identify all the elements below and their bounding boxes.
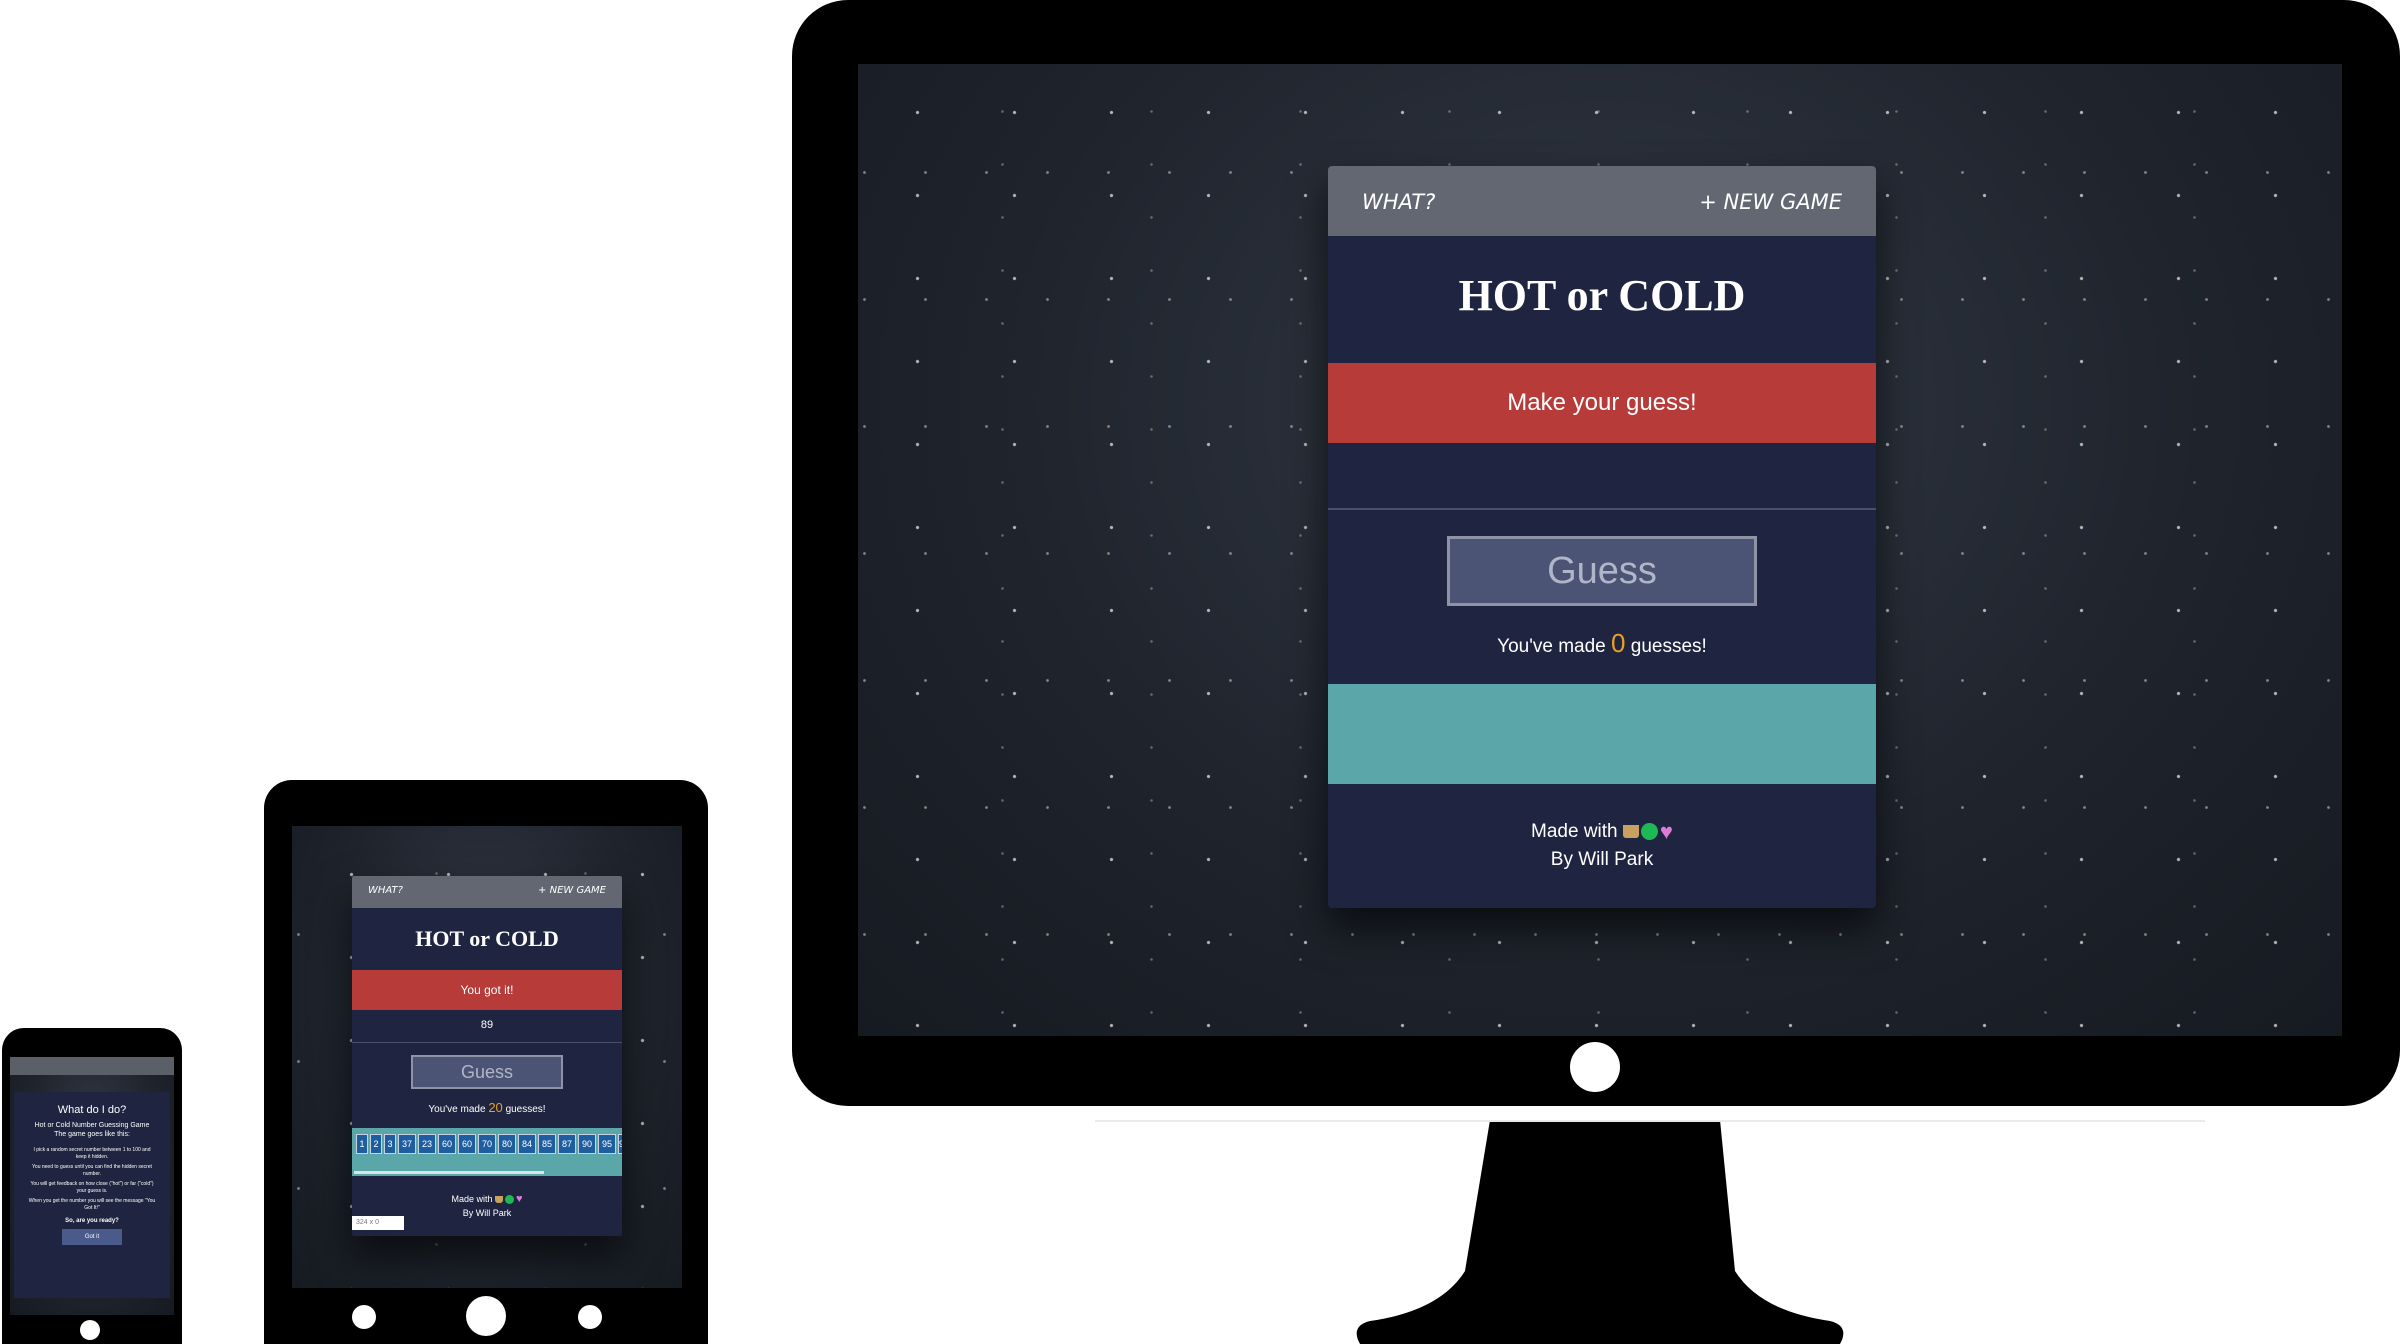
tablet-guess-input[interactable]: Guess bbox=[411, 1055, 563, 1089]
history-chip: 95 bbox=[598, 1134, 616, 1154]
history-chip: 1 bbox=[356, 1134, 368, 1154]
coffee-icon bbox=[1622, 825, 1639, 839]
monitor-stand bbox=[1356, 1120, 1844, 1344]
tablet-home-button bbox=[466, 1296, 506, 1336]
tablet-what-link[interactable]: WHAT? bbox=[368, 885, 403, 896]
modal-line: The game goes like this: bbox=[54, 1131, 130, 1138]
count-prefix: You've made bbox=[1497, 636, 1606, 657]
tablet-top-menu: WHAT? + NEW GAME bbox=[352, 876, 622, 908]
modal-paragraph-1: I pick a random secret number between 1 … bbox=[33, 1147, 151, 1160]
tablet-left-button bbox=[352, 1305, 376, 1329]
footer-made-with: Made with ♥ bbox=[352, 1192, 622, 1206]
spotify-icon bbox=[1640, 823, 1658, 841]
phone-home-button bbox=[80, 1320, 100, 1340]
count-number: 20 bbox=[488, 1100, 503, 1115]
tablet-history-scrollbar[interactable] bbox=[354, 1171, 544, 1174]
desktop-game-card: WHAT? + NEW GAME HOT or COLD Make your g… bbox=[1328, 166, 1876, 908]
tablet-game-card: WHAT? + NEW GAME HOT or COLD You got it!… bbox=[352, 876, 622, 1236]
tablet-new-game-link[interactable]: + NEW GAME bbox=[538, 885, 606, 896]
desktop-guess-count: You've made 0 guesses! bbox=[1328, 628, 1876, 659]
monitor-reflection-line bbox=[1095, 1120, 2205, 1122]
tablet-last-guess: 89 bbox=[480, 1019, 494, 1031]
desktop-what-link[interactable]: WHAT? bbox=[1362, 190, 1435, 214]
desktop-separator bbox=[1328, 508, 1876, 510]
tablet-page-title: HOT or COLD bbox=[415, 926, 559, 951]
modal-paragraph-2: You need to guess until you can find the… bbox=[32, 1164, 152, 1177]
modal-title: What do I do? bbox=[57, 1104, 127, 1116]
modal-paragraph-4: When you get the number you will see the… bbox=[28, 1198, 156, 1211]
footer-made-label: Made with bbox=[451, 1194, 493, 1204]
history-chip: 3 bbox=[384, 1134, 396, 1154]
tablet-history-chips: 1 2 3 37 23 60 60 70 80 84 85 87 90 95 9… bbox=[356, 1134, 622, 1154]
history-chip: 70 bbox=[478, 1134, 496, 1154]
tablet-feedback-banner: You got it! bbox=[352, 970, 622, 1010]
purple-heart-icon: ♥ bbox=[516, 1193, 523, 1206]
desktop-guess-history bbox=[1328, 684, 1876, 784]
history-chip: 80 bbox=[498, 1134, 516, 1154]
tablet-size-badge: 324 x 0 bbox=[352, 1216, 404, 1230]
footer-made-label: Made with bbox=[1531, 821, 1618, 842]
tablet-right-button bbox=[578, 1305, 602, 1329]
desktop-guess-input[interactable]: Guess bbox=[1447, 536, 1757, 606]
history-chip: 23 bbox=[418, 1134, 436, 1154]
count-suffix: guesses! bbox=[1630, 636, 1707, 657]
history-chip: 60 bbox=[458, 1134, 476, 1154]
footer-author: By Will Park bbox=[1550, 849, 1654, 870]
purple-heart-icon: ♥ bbox=[1659, 818, 1673, 844]
tablet-separator bbox=[352, 1042, 622, 1043]
modal-ready: So, are you ready? bbox=[65, 1218, 119, 1224]
desktop-footer: Made with ♥ By Will Park bbox=[1328, 818, 1876, 874]
modal-subtitle: Hot or Cold Number Guessing Game bbox=[34, 1122, 150, 1129]
history-chip: 84 bbox=[518, 1134, 536, 1154]
phone-menu-bar bbox=[10, 1057, 174, 1075]
coffee-icon bbox=[495, 1196, 503, 1204]
count-suffix: guesses! bbox=[505, 1104, 546, 1115]
history-chip: 2 bbox=[370, 1134, 382, 1154]
desktop-page-title: HOT or COLD bbox=[1458, 271, 1746, 320]
history-chip: 60 bbox=[438, 1134, 456, 1154]
history-chip: 90 bbox=[578, 1134, 596, 1154]
desktop-feedback-banner: Make your guess! bbox=[1328, 363, 1876, 443]
history-chip: 96 bbox=[618, 1134, 622, 1154]
tablet-guess-count: You've made 20 guesses! bbox=[352, 1100, 622, 1115]
history-chip: 87 bbox=[558, 1134, 576, 1154]
count-prefix: You've made bbox=[428, 1104, 486, 1115]
footer-made-with: Made with ♥ bbox=[1328, 818, 1876, 846]
spotify-icon bbox=[505, 1195, 514, 1205]
badge-text: 324 x 0 bbox=[356, 1219, 379, 1226]
got-it-button[interactable]: Got it bbox=[62, 1229, 122, 1245]
count-number: 0 bbox=[1611, 628, 1626, 658]
phone-instructions-modal: What do I do? Hot or Cold Number Guessin… bbox=[14, 1092, 170, 1298]
history-chip: 85 bbox=[538, 1134, 556, 1154]
desktop-power-button bbox=[1570, 1042, 1620, 1092]
desktop-top-menu: WHAT? + NEW GAME bbox=[1328, 166, 1876, 236]
history-chip: 37 bbox=[398, 1134, 416, 1154]
desktop-new-game-link[interactable]: + NEW GAME bbox=[1699, 190, 1842, 214]
modal-paragraph-3: You will get feedback on how close ("hot… bbox=[30, 1181, 154, 1194]
